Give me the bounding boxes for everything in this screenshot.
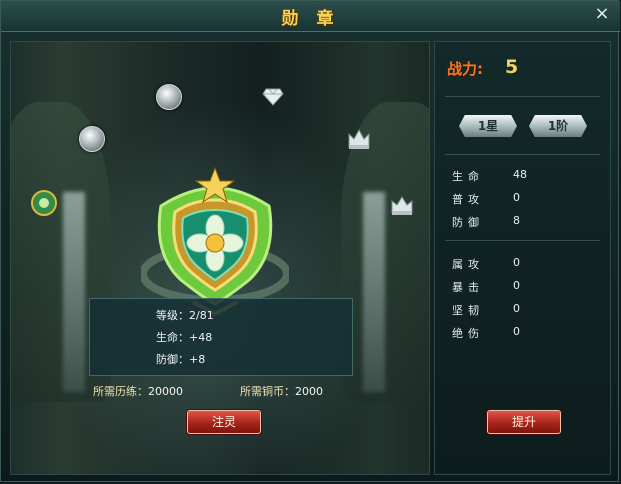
stat-value-hp: 48 (513, 168, 527, 181)
hp-bonus-line: 生命：+48 (156, 329, 212, 345)
level-line: 等级：2/81 (156, 307, 214, 323)
silver-crown-icon[interactable] (387, 190, 417, 220)
divider (445, 240, 600, 241)
green-medal-icon[interactable] (29, 188, 59, 218)
defense-value: +8 (189, 353, 206, 366)
medal-window: 勋 章 × 等级：2/81 生命：+48 防御：+8 所需历练：20000 所需… (0, 0, 620, 482)
stat-label-hp: 生命 (452, 170, 484, 183)
stat-label-toughness: 坚韧 (452, 304, 484, 317)
silver-wreath-medal-icon[interactable] (154, 82, 184, 112)
stat-value-toughness: 0 (513, 302, 520, 315)
stat-value-lethal: 0 (513, 325, 520, 338)
defense-bonus-line: 防御：+8 (156, 351, 205, 367)
grade-badge: 1阶 (529, 115, 587, 137)
green-flower-shield-medal-icon (141, 166, 289, 317)
close-icon[interactable]: × (592, 4, 612, 24)
window-title: 勋 章 (281, 9, 340, 29)
stat-value-element-attack: 0 (513, 256, 520, 269)
combat-power-value: 5 (505, 56, 519, 78)
background-waterfall (63, 192, 85, 392)
stat-value-defense: 8 (513, 214, 520, 227)
stat-label-defense: 防御 (452, 216, 484, 229)
star-badge: 1星 (459, 115, 517, 137)
stats-panel: 战力: 5 1星 1阶 生命 48 普攻 0 防御 8 属攻 0 暴击 0 坚韧… (434, 41, 611, 475)
required-copper-value: 2000 (295, 385, 323, 398)
required-copper: 所需铜币：2000 (240, 383, 323, 399)
stat-value-crit: 0 (513, 279, 520, 292)
silver-wreath-medal-icon[interactable] (77, 124, 107, 154)
title-bar: 勋 章 × (1, 1, 620, 32)
infuse-button[interactable]: 注灵 (187, 410, 261, 434)
hp-label: 生命： (156, 331, 189, 344)
stat-label-attack: 普攻 (452, 193, 484, 206)
level-label: 等级： (156, 309, 189, 322)
required-copper-label: 所需铜币： (240, 385, 295, 398)
stat-label-element-attack: 属攻 (452, 258, 484, 271)
medal-info-box: 等级：2/81 生命：+48 防御：+8 (89, 298, 353, 376)
stat-value-attack: 0 (513, 191, 520, 204)
stat-label-crit: 暴击 (452, 281, 484, 294)
divider (445, 154, 600, 155)
divider (445, 96, 600, 97)
required-experience-label: 所需历练： (93, 385, 148, 398)
diamond-icon[interactable] (258, 82, 288, 112)
upgrade-button[interactable]: 提升 (487, 410, 561, 434)
background-waterfall (363, 192, 385, 392)
silver-crown-icon[interactable] (344, 124, 374, 154)
required-experience: 所需历练：20000 (93, 383, 183, 399)
required-experience-value: 20000 (148, 385, 183, 398)
combat-power-label: 战力: (447, 60, 483, 78)
medal-display-panel: 等级：2/81 生命：+48 防御：+8 所需历练：20000 所需铜币：200… (10, 41, 430, 475)
defense-label: 防御： (156, 353, 189, 366)
hp-value: +48 (189, 331, 213, 344)
level-value: 2/81 (189, 309, 214, 322)
stat-label-lethal: 绝伤 (452, 327, 484, 340)
